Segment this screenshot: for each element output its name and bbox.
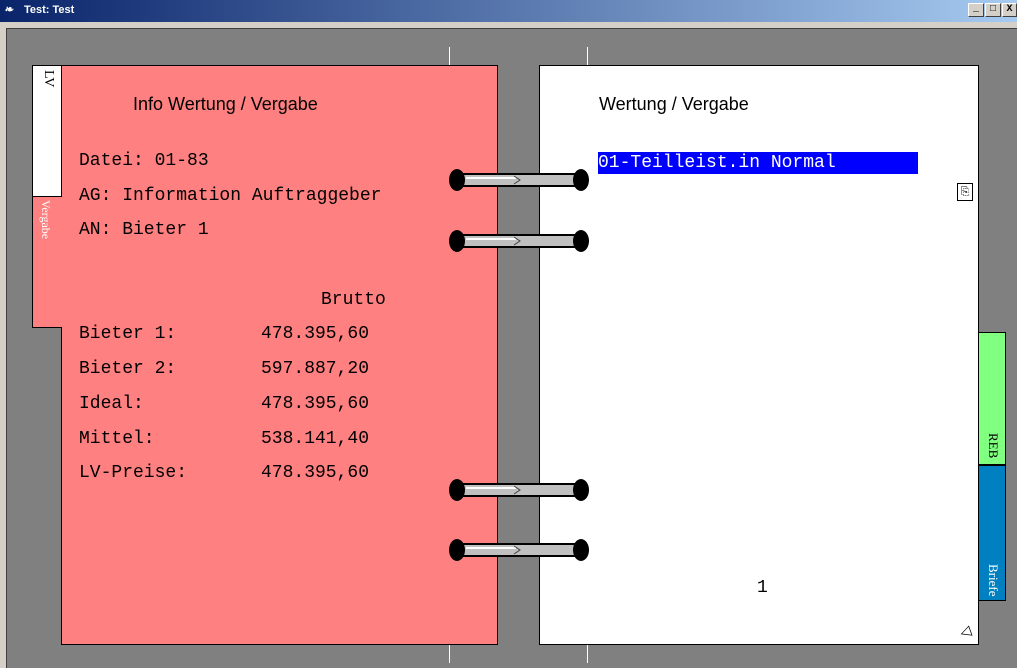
brutto-header: Brutto: [321, 290, 386, 310]
binder-line-top-right: [587, 47, 588, 65]
row-label: Mittel:: [79, 429, 155, 449]
tab-reb-label: REB: [986, 433, 1001, 459]
binder-ring-icon: [449, 169, 589, 191]
ag-text: AG: Information Auftraggeber: [79, 186, 382, 206]
row-value: 478.395,60: [261, 394, 370, 414]
row-label: Bieter 2:: [79, 359, 177, 379]
row-value: 478.395,60: [261, 463, 370, 483]
left-page-title: Info Wertung / Vergabe: [133, 94, 318, 114]
app-window: ❧ Test: Test _ □ X LV Vergabe Info Wertu…: [0, 0, 1017, 668]
maximize-button[interactable]: □: [985, 3, 1001, 17]
binder-line-bottom-left: [449, 645, 450, 663]
tab-lv[interactable]: LV: [32, 65, 62, 197]
tab-briefe[interactable]: Briefe: [978, 465, 1006, 601]
row-value: 597.887,20: [261, 359, 370, 379]
minimize-button[interactable]: _: [968, 3, 984, 17]
tab-reb[interactable]: REB: [978, 332, 1006, 465]
tab-vergabe[interactable]: Vergabe: [38, 200, 53, 239]
binder-line-bottom-right: [587, 645, 588, 663]
row-label: Ideal:: [79, 394, 144, 414]
tab-briefe-label: Briefe: [986, 564, 1001, 597]
row-label: Bieter 1:: [79, 324, 177, 344]
right-page-title: Wertung / Vergabe: [599, 94, 749, 114]
binder-ring-icon: [449, 230, 589, 252]
row-value: 478.395,60: [261, 324, 370, 344]
window-title: Test: Test: [24, 4, 75, 16]
binder-ring-icon: [449, 479, 589, 501]
binder-line-top-left: [449, 47, 450, 65]
binder-ring-icon: [449, 539, 589, 561]
page-number: 1: [757, 578, 768, 598]
datei-text: Datei: 01-83: [79, 151, 209, 171]
title-bar[interactable]: ❧ Test: Test _ □ X: [0, 0, 1017, 22]
app-book-icon: ❧: [4, 4, 14, 16]
an-text: AN: Bieter 1: [79, 220, 209, 240]
row-value: 538.141,40: [261, 429, 370, 449]
document-export-icon[interactable]: ⎘: [957, 183, 973, 201]
tab-lv-label: LV: [41, 70, 56, 88]
row-label: LV-Preise:: [79, 463, 188, 483]
close-button[interactable]: X: [1002, 3, 1017, 17]
selected-list-item[interactable]: 01-Teilleist.in Normal: [598, 152, 918, 174]
